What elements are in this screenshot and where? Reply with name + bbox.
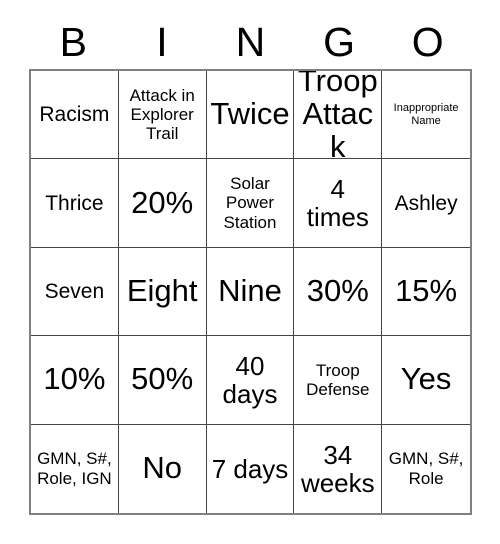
bingo-header-letter-n: N [235, 18, 266, 65]
bingo-header-letter-i: I [156, 18, 168, 65]
bingo-cell-label: GMN, S#, Role [388, 449, 464, 488]
bingo-header-letter-b: B [59, 18, 87, 65]
bingo-cell-label: 34 weeks [300, 439, 375, 498]
bingo-cell-r3c1[interactable]: Seven [31, 247, 119, 337]
bingo-cell-r5c1[interactable]: GMN, S#, Role, IGN [31, 424, 119, 513]
bingo-cell-r1c1[interactable]: Racism [31, 71, 119, 160]
bingo-cell-label: 15% [395, 273, 458, 309]
bingo-cell-label: No [142, 450, 183, 486]
bingo-cell-label: 50% [131, 361, 194, 397]
bingo-cell-r1c3[interactable]: Twice [206, 71, 295, 160]
bingo-cell-label: 4 times [306, 174, 369, 233]
bingo-cell-label: Ashley [394, 191, 458, 215]
bingo-cell-r4c5[interactable]: Yes [382, 336, 470, 425]
bingo-cell-r5c4[interactable]: 34 weeks [294, 424, 383, 513]
bingo-cell-label: Racism [39, 103, 110, 127]
bingo-cell-label: Troop Defense [306, 360, 370, 399]
bingo-cell-r1c5[interactable]: Inappropriate Name [382, 71, 470, 160]
bingo-cell-label: 7 days [211, 453, 289, 484]
bingo-grid: Racism Attack in Explorer Trail Twice Troop… [29, 69, 472, 515]
bingo-cell-label: Thrice [45, 191, 104, 215]
bingo-cell-label: Solar Power Station [223, 174, 277, 232]
bingo-cell-label: 10% [43, 361, 106, 397]
bingo-cell-r3c4[interactable]: 30% [294, 247, 383, 337]
bingo-cell-label: 40 days [222, 350, 278, 409]
bingo-cell-r2c4[interactable]: 4 times [294, 159, 383, 248]
bingo-cell-label: Twice [210, 96, 290, 132]
bingo-cell-r5c5[interactable]: GMN, S#, Role [382, 424, 470, 513]
bingo-cell-r5c3[interactable]: 7 days [206, 424, 295, 513]
bingo-cell-label: Yes [400, 361, 452, 397]
bingo-cell-label: Eight [126, 273, 198, 309]
bingo-cell-r1c4[interactable]: Troop Attack [294, 71, 383, 160]
bingo-cell-r3c5[interactable]: 15% [382, 247, 470, 337]
bingo-cell-r4c1[interactable]: 10% [31, 336, 119, 425]
bingo-cell-r4c4[interactable]: Troop Defense [294, 336, 383, 425]
bingo-card: B I N G O Racism Attack in Explorer Trail… [0, 0, 500, 544]
bingo-header-row: B I N G O [29, 16, 472, 68]
bingo-cell-r2c2[interactable]: 20% [118, 159, 207, 248]
bingo-cell-label: Troop Attack [297, 71, 378, 160]
bingo-cell-label: GMN, S#, Role, IGN [37, 449, 112, 488]
bingo-cell-label: 30% [306, 273, 369, 309]
bingo-cell-r4c3[interactable]: 40 days [206, 336, 295, 425]
bingo-cell-label: Attack in Explorer Trail [129, 85, 195, 144]
bingo-cell-label: Seven [44, 279, 105, 303]
bingo-cell-r4c2[interactable]: 50% [118, 336, 207, 425]
bingo-cell-label: Inappropriate Name [393, 101, 459, 127]
bingo-cell-r1c2[interactable]: Attack in Explorer Trail [118, 71, 207, 160]
bingo-cell-label: 20% [131, 184, 194, 220]
bingo-cell-r3c2[interactable]: Eight [118, 247, 207, 337]
bingo-cell-r2c5[interactable]: Ashley [382, 159, 470, 248]
bingo-header-letter-o: O [411, 18, 444, 65]
bingo-cell-r3c3[interactable]: Nine [206, 247, 295, 337]
bingo-cell-r5c2[interactable]: No [118, 424, 207, 513]
bingo-header-letter-g: G [323, 18, 356, 65]
bingo-cell-label: Nine [218, 273, 282, 309]
bingo-cell-r2c1[interactable]: Thrice [31, 159, 119, 248]
bingo-cell-r2c3[interactable]: Solar Power Station [206, 159, 295, 248]
